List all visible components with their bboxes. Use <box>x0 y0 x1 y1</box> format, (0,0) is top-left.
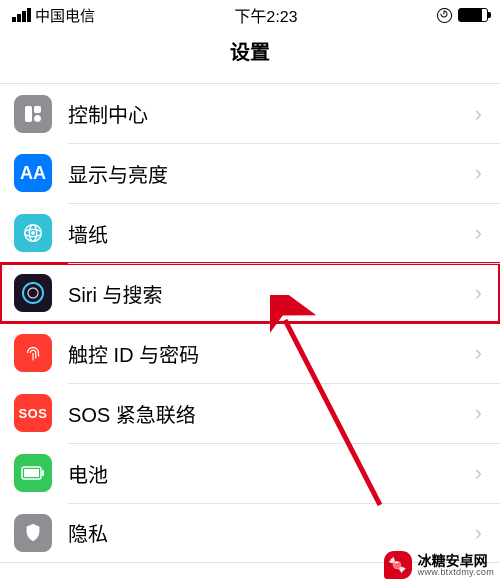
wallpaper-icon <box>14 214 52 252</box>
chevron-right-icon: › <box>475 520 482 546</box>
row-label: 墙纸 <box>68 219 475 248</box>
chevron-right-icon: › <box>475 340 482 366</box>
chevron-right-icon: › <box>475 160 482 186</box>
watermark-text: 冰糖安卓网 www.btxtdmy.com <box>418 554 494 577</box>
status-bar: 中国电信 下午2:23 <box>0 0 500 28</box>
privacy-icon <box>14 514 52 552</box>
orientation-lock-icon <box>437 8 452 23</box>
watermark-domain: www.btxtdmy.com <box>418 568 494 577</box>
chevron-right-icon: › <box>475 460 482 486</box>
chevron-right-icon: › <box>475 101 482 127</box>
row-label: 触控 ID 与密码 <box>68 339 475 368</box>
settings-list: 控制中心 › AA 显示与亮度 › 墙纸 › Siri 与搜索 › 触控 ID … <box>0 83 500 563</box>
siri-icon <box>14 274 52 312</box>
row-control-center[interactable]: 控制中心 › <box>0 83 500 143</box>
row-label: 控制中心 <box>68 99 475 128</box>
row-siri-search[interactable]: Siri 与搜索 › <box>0 263 500 323</box>
row-label: 隐私 <box>68 518 475 547</box>
signal-strength-icon <box>12 8 31 22</box>
display-icon: AA <box>14 154 52 192</box>
control-center-icon <box>14 95 52 133</box>
row-battery[interactable]: 电池 › <box>0 443 500 503</box>
battery-row-icon <box>14 454 52 492</box>
nav-bar: 设置 <box>0 28 500 83</box>
row-sos[interactable]: SOS SOS 紧急联络 › <box>0 383 500 443</box>
row-label: 电池 <box>68 459 475 488</box>
fingerprint-icon <box>14 334 52 372</box>
watermark-brand: 冰糖安卓网 <box>418 554 494 568</box>
row-touch-id[interactable]: 触控 ID 与密码 › <box>0 323 500 383</box>
status-right <box>437 8 488 23</box>
carrier-name: 中国电信 <box>35 5 95 26</box>
row-label: Siri 与搜索 <box>68 279 475 308</box>
row-wallpaper[interactable]: 墙纸 › <box>0 203 500 263</box>
status-time: 下午2:23 <box>234 3 297 27</box>
row-label: SOS 紧急联络 <box>68 399 475 428</box>
chevron-right-icon: › <box>475 220 482 246</box>
battery-icon <box>458 8 488 22</box>
chevron-right-icon: › <box>475 400 482 426</box>
status-left: 中国电信 <box>12 5 95 26</box>
page-title: 设置 <box>0 36 500 65</box>
row-label: 显示与亮度 <box>68 159 475 188</box>
row-display-brightness[interactable]: AA 显示与亮度 › <box>0 143 500 203</box>
watermark: 🍬 冰糖安卓网 www.btxtdmy.com <box>384 551 494 579</box>
sos-icon: SOS <box>14 394 52 432</box>
watermark-icon: 🍬 <box>384 551 412 579</box>
chevron-right-icon: › <box>475 280 482 306</box>
